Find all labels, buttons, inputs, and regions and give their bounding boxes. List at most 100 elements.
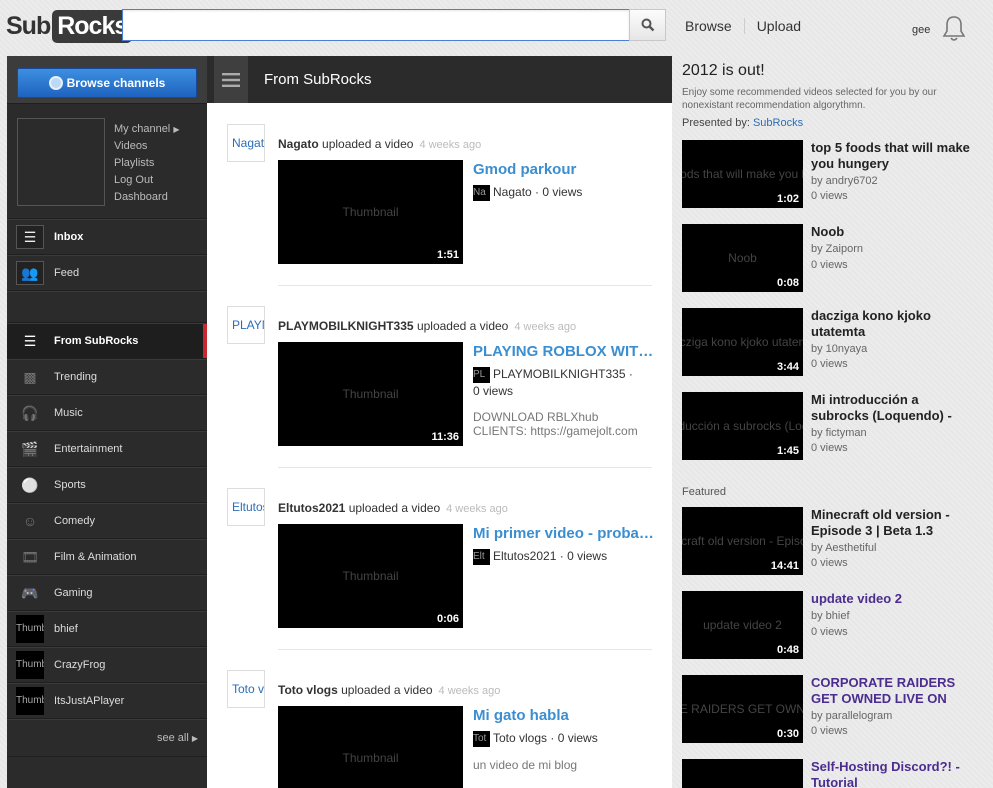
video-duration: 1:51	[436, 249, 459, 261]
view-count: 0 views	[811, 259, 848, 271]
author-avatar[interactable]: Elt	[473, 548, 490, 565]
author-avatar[interactable]: Tot	[473, 730, 490, 747]
search-input[interactable]	[123, 10, 629, 40]
playlists-link[interactable]: Playlists	[114, 155, 179, 172]
channel-thumbnail[interactable]: Toto vlogs	[227, 670, 265, 708]
my-channel-link[interactable]: My channel ▶	[114, 121, 179, 138]
uploader-link[interactable]: Nagato	[278, 137, 319, 151]
search-button[interactable]	[629, 9, 666, 41]
author-link[interactable]: Toto vlogs	[493, 731, 547, 745]
profile-section: My channel ▶ Videos Playlists Log Out Da…	[7, 104, 207, 219]
menu-icon[interactable]	[214, 56, 248, 103]
feed-item-headline: Toto vlogs uploaded a video 4 weeks ago	[278, 683, 501, 697]
video-thumbnail[interactable]: Thumbnail 1:51	[278, 160, 463, 264]
video-author[interactable]: by 10nyaya	[811, 343, 867, 355]
video-thumbnail[interactable]	[682, 759, 803, 788]
video-title[interactable]: Mi introducción a subrocks (Loquendo) -	[811, 392, 971, 424]
video-title[interactable]: top 5 foods that will make you hungery	[811, 140, 971, 172]
video-thumbnail[interactable]: Noob 0:08	[682, 224, 803, 292]
subscription-thumbnail: Thumbnail	[16, 687, 44, 715]
uploader-link[interactable]: PLAYMOBILKNIGHT335	[278, 319, 414, 333]
browse-channels-label: Browse channels	[66, 76, 166, 90]
video-duration: 0:08	[776, 277, 799, 289]
video-title[interactable]: dacziga kono kjoko utatemta	[811, 308, 971, 340]
video-title[interactable]: Self-Hosting Discord?! - Tutorial	[811, 759, 971, 788]
video-title[interactable]: update video 2	[811, 591, 971, 607]
sidebar-item-from-subrocks[interactable]: ☰ From SubRocks	[7, 323, 207, 359]
notifications-button[interactable]	[942, 15, 966, 46]
video-meta: Na Nagato · 0 views	[473, 184, 583, 201]
videos-link[interactable]: Videos	[114, 138, 179, 155]
chevron-right-icon: ▶	[191, 734, 198, 743]
logout-link[interactable]: Log Out	[114, 172, 179, 189]
video-author[interactable]: by Zaiporn	[811, 243, 863, 255]
sidebar-item-trending[interactable]: ▩ Trending	[7, 359, 207, 395]
video-title[interactable]: Noob	[811, 224, 971, 240]
browse-channels-button[interactable]: Browse channels	[17, 68, 197, 98]
sidebar-item-subscription[interactable]: Thumbnail ItsJustAPlayer	[7, 683, 207, 719]
author-link[interactable]: Nagato	[493, 185, 532, 199]
avatar[interactable]	[17, 118, 105, 206]
sidebar-item-inbox[interactable]: ☰ Inbox	[7, 219, 207, 255]
upload-link[interactable]: Upload	[757, 18, 801, 34]
author-link[interactable]: Eltutos2021	[493, 549, 556, 563]
video-author[interactable]: by bhief	[811, 610, 850, 622]
username[interactable]: gee	[912, 24, 930, 36]
video-title[interactable]: Mi gato habla	[473, 707, 655, 724]
channel-thumbnail[interactable]: PLAYMOBILKNIGHT335	[227, 306, 265, 344]
sidebar-item-film-animation[interactable]: 🎞 Film & Animation	[7, 539, 207, 575]
video-title[interactable]: Mi primer video - probando	[473, 525, 655, 542]
uploader-link[interactable]: Eltutos2021	[278, 501, 345, 515]
author-link[interactable]: PLAYMOBILKNIGHT335	[493, 367, 626, 381]
time-ago: 4 weeks ago	[419, 139, 482, 151]
top-nav: Browse Upload	[685, 18, 801, 34]
sidebar-item-feed[interactable]: 👥 Feed	[7, 255, 207, 291]
film-icon: 🎞	[21, 548, 39, 565]
video-title[interactable]: Minecraft old version - Episode 3 | Beta…	[811, 507, 971, 539]
video-thumbnail[interactable]: CORPORATE RAIDERS GET OWNED LIVE ON0:30	[682, 675, 803, 743]
sidebar-spacer	[7, 291, 207, 323]
video-author[interactable]: by Aesthetiful	[811, 542, 876, 554]
see-all-link[interactable]: see all ▶	[157, 732, 198, 744]
video-thumbnail[interactable]: Thumbnail 0:06	[278, 524, 463, 628]
video-thumbnail[interactable]: Minecraft old version - Episode 314:41	[682, 507, 803, 575]
guide-sidebar: Browse channels My channel ▶ Videos Play…	[7, 56, 207, 788]
video-meta: Tot Toto vlogs · 0 views	[473, 730, 598, 747]
video-thumbnail[interactable]: top 5 foods that will make you hungery1:…	[682, 140, 803, 208]
recommendations-subtitle: Enjoy some recommended videos selected f…	[682, 87, 937, 111]
video-title[interactable]: CORPORATE RAIDERS GET OWNED LIVE ON	[811, 675, 971, 707]
profile-links: My channel ▶ Videos Playlists Log Out Da…	[114, 121, 179, 206]
sidebar-item-subscription[interactable]: Thumbnail bhief	[7, 611, 207, 647]
sidebar-item-subscription[interactable]: Thumbnail CrazyFrog	[7, 647, 207, 683]
subrocks-logo[interactable]: Sub Rocks	[6, 8, 133, 44]
sidebar-item-music[interactable]: 🎧 Music	[7, 395, 207, 431]
video-author[interactable]: by andry6702	[811, 175, 878, 187]
dashboard-link[interactable]: Dashboard	[114, 189, 179, 206]
channel-thumbnail[interactable]: Nagato	[227, 124, 265, 162]
feed-title: From SubRocks	[264, 71, 372, 88]
video-thumbnail[interactable]: Thumbnail 11:36	[278, 342, 463, 446]
author-avatar[interactable]: Na	[473, 184, 490, 201]
video-title[interactable]: PLAYING ROBLOX WITH RBLXhub	[473, 343, 655, 360]
recommendations-header: 2012 is out! Enjoy some recommended vide…	[682, 62, 982, 129]
channel-thumbnail[interactable]: Eltutos2021	[227, 488, 265, 526]
video-author[interactable]: by fictyman	[811, 427, 867, 439]
video-thumbnail[interactable]: dacziga kono kjoko utatemta3:44	[682, 308, 803, 376]
browse-link[interactable]: Browse	[685, 18, 732, 34]
video-author[interactable]: by parallelogram	[811, 710, 892, 722]
uploader-link[interactable]: Toto vlogs	[278, 683, 338, 697]
sidebar-item-sports[interactable]: ⚪ Sports	[7, 467, 207, 503]
sidebar-item-gaming[interactable]: 🎮 Gaming	[7, 575, 207, 611]
time-ago: 4 weeks ago	[514, 321, 577, 333]
view-count: 0 views	[557, 731, 598, 745]
sidebar-item-entertainment[interactable]: 🎬 Entertainment	[7, 431, 207, 467]
video-thumbnail[interactable]: Thumbnail	[278, 706, 463, 788]
sidebar-item-comedy[interactable]: ☺ Comedy	[7, 503, 207, 539]
video-thumbnail[interactable]: update video 2 0:48	[682, 591, 803, 659]
search-box[interactable]	[122, 9, 630, 41]
nav-divider	[743, 18, 745, 34]
presented-by-link[interactable]: SubRocks	[753, 117, 803, 129]
video-title[interactable]: Gmod parkour	[473, 161, 655, 178]
video-thumbnail[interactable]: Mi introducción a subrocks (Loquendo)1:4…	[682, 392, 803, 460]
author-avatar[interactable]: PL	[473, 366, 490, 383]
